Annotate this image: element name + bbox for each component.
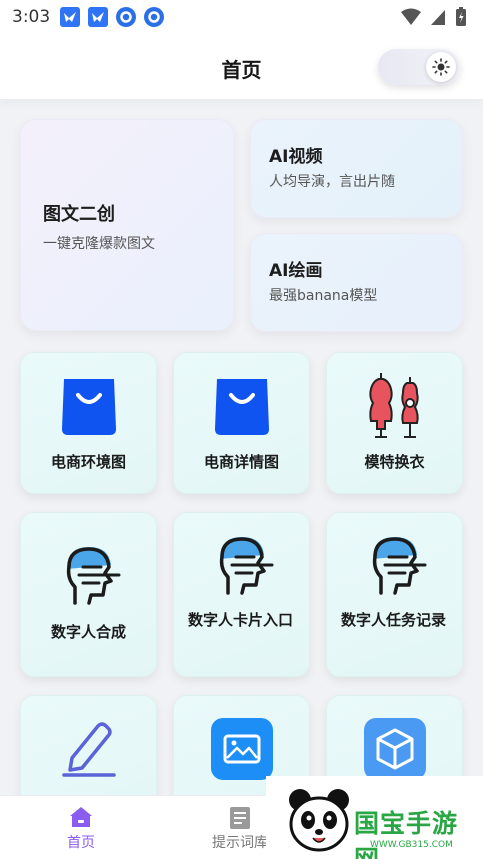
tile-label: 电商环境图 [50, 453, 126, 471]
tile-digital-human-card[interactable]: 数字人卡片入口 [173, 512, 310, 677]
watermark-url: WWW.GB315.COM [370, 840, 453, 850]
sun-icon [432, 58, 450, 76]
nav-home[interactable]: 首页 [41, 796, 121, 859]
tile-ecommerce-scene[interactable]: 电商环境图 [20, 352, 157, 494]
cube-icon [327, 718, 462, 780]
card-title: 图文二创 [43, 204, 115, 225]
shopping-bag-icon [21, 375, 156, 437]
feature-card-image-text[interactable]: 图文二创 一键克隆爆款图文 [20, 119, 234, 331]
tile-label: 电商详情图 [203, 453, 279, 471]
bird-app-icon [60, 7, 81, 27]
tile-label: 数字人合成 [50, 623, 126, 641]
status-time: 3:03 [12, 7, 51, 27]
tile-model-outfit[interactable]: 模特换衣 [326, 352, 463, 494]
feature-card-ai-video[interactable]: AI视频 人均导演，言出片随 [250, 119, 463, 218]
card-subtitle: 人均导演，言出片随 [269, 174, 395, 190]
battery-icon [455, 7, 467, 31]
theme-toggle[interactable] [378, 49, 460, 85]
digital-human-icon [174, 533, 309, 595]
browser-app-icon [116, 7, 137, 27]
status-bar: 3:03 [0, 0, 483, 34]
browser-app-icon [144, 7, 165, 27]
bird-app-icon [88, 7, 109, 27]
pencil-icon [21, 718, 156, 778]
image-icon [174, 718, 309, 780]
tile-ecommerce-detail[interactable]: 电商详情图 [173, 352, 310, 494]
panda-logo [289, 789, 349, 852]
card-subtitle: 一键克隆爆款图文 [43, 236, 155, 252]
toggle-knob[interactable] [426, 52, 456, 82]
digital-human-icon [327, 533, 462, 595]
digital-human-icon [21, 543, 156, 605]
notification-icons [60, 7, 165, 27]
nav-label: 首页 [67, 835, 95, 851]
header: 首页 [0, 34, 483, 100]
tile-label: 模特换衣 [364, 453, 425, 471]
card-subtitle: 最强banana模型 [269, 288, 378, 304]
system-icons [401, 7, 467, 31]
card-title: AI视频 [269, 147, 323, 167]
signal-icon [429, 8, 447, 30]
tile-digital-human-compose[interactable]: 数字人合成 [20, 512, 157, 677]
tile-digital-human-tasks[interactable]: 数字人任务记录 [326, 512, 463, 677]
tile-label: 数字人卡片入口 [188, 611, 294, 629]
tile-label: 数字人任务记录 [341, 611, 447, 629]
mannequin-icon [327, 373, 462, 439]
wifi-icon [401, 8, 421, 30]
card-title: AI绘画 [269, 261, 323, 281]
watermark-text: 国宝手游网 [354, 809, 459, 859]
shopping-bag-icon [174, 375, 309, 437]
feature-card-ai-painting[interactable]: AI绘画 最强banana模型 [250, 233, 463, 332]
watermark: 国宝手游网 WWW.GB315.COM [266, 776, 483, 859]
home-icon [41, 806, 121, 828]
